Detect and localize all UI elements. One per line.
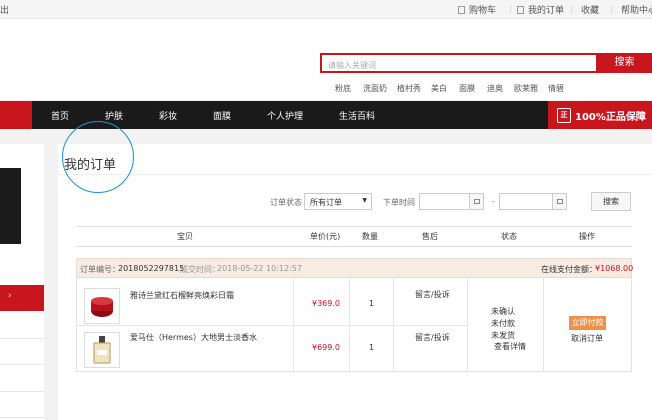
hot-keyword[interactable]: 欧莱雅 xyxy=(514,83,538,94)
search-input[interactable]: 请输入关键词 xyxy=(320,53,598,73)
top-bar: 出 购物车 我的订单 收藏 帮助中心 xyxy=(0,0,652,19)
status-unshipped: 未发货 xyxy=(491,331,515,340)
view-details-link[interactable]: 查看详情 xyxy=(494,341,526,352)
sidebar-item-active[interactable]: › xyxy=(0,285,44,311)
column-divider xyxy=(543,278,544,372)
start-date-input[interactable] xyxy=(419,193,472,210)
nav-item-skincare[interactable]: 护肤 xyxy=(105,109,123,122)
hot-keyword[interactable]: 面膜 xyxy=(459,83,475,94)
guarantee-text: 100%正品保障 xyxy=(575,112,646,123)
product-thumbnail[interactable] xyxy=(84,332,120,368)
nav-item-mask[interactable]: 面膜 xyxy=(213,109,231,122)
quantity: 1 xyxy=(369,343,375,352)
hot-keyword[interactable]: 植村秀 xyxy=(397,83,421,94)
nav-item-makeup[interactable]: 彩妆 xyxy=(159,109,177,122)
title-divider xyxy=(58,174,652,175)
after-sale-link[interactable]: 留言/投诉 xyxy=(415,332,450,343)
column-divider xyxy=(467,278,468,372)
chevron-down-icon: ▼ xyxy=(362,197,367,204)
sidebar-divider xyxy=(0,364,44,365)
order-total: ¥1068.00 xyxy=(595,264,634,273)
hot-keyword[interactable]: 洗面奶 xyxy=(363,83,387,94)
sidebar-divider xyxy=(0,391,44,392)
column-header: 售后 xyxy=(422,232,438,241)
product-thumbnail[interactable] xyxy=(84,288,120,324)
quantity: 1 xyxy=(369,299,375,308)
nav-item-home[interactable]: 首页 xyxy=(51,109,69,122)
chevron-right-icon: › xyxy=(8,291,12,301)
query-button[interactable]: 搜索 xyxy=(591,192,631,211)
hot-keyword[interactable]: 迪奥 xyxy=(487,83,503,94)
guarantee-banner: 正 100%正品保障 xyxy=(548,101,652,129)
column-header: 宝贝 xyxy=(177,232,193,241)
guarantee-badge-icon: 正 xyxy=(557,108,571,123)
end-date-input[interactable] xyxy=(499,193,553,210)
order-time: 2018-05-22 10:12:57 xyxy=(217,264,302,273)
order-number: 2018052297815 xyxy=(118,264,185,273)
hot-keyword[interactable]: 美白 xyxy=(431,83,447,94)
cart-icon xyxy=(458,6,465,14)
table-header xyxy=(76,226,632,247)
order-status-label: 订单状态 xyxy=(270,198,302,207)
hot-keyword[interactable]: 粉底 xyxy=(335,83,351,94)
category-menu-tab[interactable] xyxy=(0,101,32,129)
help-link[interactable]: 帮助中心 xyxy=(621,3,652,16)
cancel-order-link[interactable]: 取消订单 xyxy=(571,333,603,344)
avatar xyxy=(0,168,21,244)
product-name[interactable]: 爱马仕（Hermes）大地男士淡香水 xyxy=(130,332,257,343)
status-unpaid: 未付款 xyxy=(491,319,515,328)
cart-link[interactable]: 购物车 xyxy=(458,3,496,16)
unit-price: ¥369.0 xyxy=(312,299,340,308)
column-header: 状态 xyxy=(501,232,517,241)
product-name[interactable]: 雅诗兰黛红石榴鲜亮焕彩日霜 xyxy=(130,290,234,301)
my-orders-link[interactable]: 我的订单 xyxy=(517,3,564,16)
search-button[interactable]: 搜索 xyxy=(597,53,652,73)
order-total-label: 在线支付金额： xyxy=(541,265,597,274)
status-unconfirmed: 未确认 xyxy=(491,307,515,316)
pay-now-button[interactable]: 立即付款 xyxy=(569,316,606,330)
order-status-select[interactable]: 所有订单 ▼ xyxy=(304,193,372,210)
order-number-label: 订单编号： xyxy=(80,265,120,274)
after-sale-link[interactable]: 留言/投诉 xyxy=(415,289,450,300)
column-header: 单价(元) xyxy=(310,232,341,241)
order-time-label: 下单时间 xyxy=(383,198,415,207)
sidebar-divider xyxy=(0,338,44,339)
sidebar-divider xyxy=(0,417,44,418)
favorites-link[interactable]: 收藏 xyxy=(581,3,599,16)
nav-item-personal-care[interactable]: 个人护理 xyxy=(267,109,303,122)
column-header: 操作 xyxy=(579,232,595,241)
column-header: 数量 xyxy=(362,232,378,241)
calendar-icon[interactable] xyxy=(552,193,567,210)
order-time-label: 成交时间： xyxy=(180,265,220,274)
row-divider xyxy=(77,325,467,326)
nav-item-life[interactable]: 生活百科 xyxy=(339,109,375,122)
calendar-icon[interactable] xyxy=(469,193,484,210)
unit-price: ¥699.0 xyxy=(312,343,340,352)
highlight-circle xyxy=(62,121,134,193)
date-range-dash: - xyxy=(492,197,495,206)
order-icon xyxy=(517,6,524,14)
hot-keyword[interactable]: 倩碧 xyxy=(548,83,564,94)
logout-link[interactable]: 出 xyxy=(0,3,9,16)
